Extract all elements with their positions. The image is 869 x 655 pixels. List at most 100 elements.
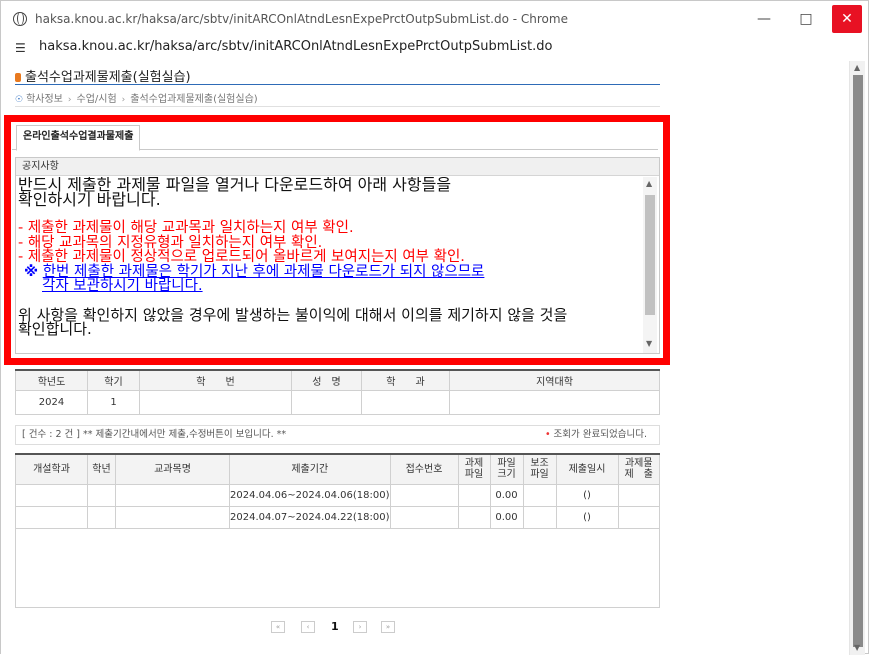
table-cell	[15, 505, 88, 529]
notice-check-item: - 해당 교과목의 지정유형과 일치하는지 여부 확인.	[18, 234, 323, 251]
page-scrollbar[interactable]: ▲ ▼	[849, 61, 865, 655]
next-page-icon[interactable]: ›	[353, 621, 367, 633]
breadcrumb-item[interactable]: 출석수업과제물제출(실험실습)	[130, 94, 257, 105]
table-row: 2024.04.07~2024.04.22(18:00) 0.00 ()	[15, 505, 661, 529]
notice-box: 공지사항 반드시 제출한 과제물 파일을 열거나 다운로드하여 아래 사항들을 …	[15, 157, 660, 354]
file-size: 0.00	[489, 483, 524, 507]
table-cell	[457, 505, 491, 529]
table-cell	[139, 389, 292, 415]
status-dot-icon: •	[544, 429, 551, 440]
table-cell	[617, 483, 661, 507]
page-title: 출석수업과제물제출(실험실습)	[15, 66, 191, 85]
table-cell	[115, 483, 230, 507]
scroll-down-icon[interactable]: ▼	[854, 643, 860, 652]
column-header: 학기	[87, 369, 140, 391]
breadcrumb-item[interactable]: 수업/시험	[77, 94, 117, 105]
student-info-table: 학년도 학기 학 번 성 명 학 과 지역대학 2024 1	[15, 369, 660, 415]
table-cell	[457, 483, 491, 507]
notice-warning: 각자 보관하시기 바랍니다.	[42, 278, 203, 294]
column-header: 제출일시	[555, 453, 619, 485]
table-row: 2024.04.06~2024.04.06(18:00) 0.00 ()	[15, 483, 661, 507]
maximize-button[interactable]: □	[791, 5, 821, 33]
table-cell	[15, 483, 88, 507]
count-bar: [ 건수 : 2 건 ] ** 제출기간내에서만 제출,수정버튼이 보입니다. …	[15, 425, 660, 445]
column-header: 과제 파일	[457, 453, 491, 485]
column-header: 접수번호	[389, 453, 459, 485]
page-viewport: 출석수업과제물제출(실험실습) ☉ 학사정보 › 수업/시험 › 출석수업과제물제출(실험…	[1, 61, 849, 655]
submission-period: 2024.04.06~2024.04.06(18:00)	[229, 483, 391, 507]
table-cell	[449, 389, 660, 415]
breadcrumb-divider	[15, 106, 660, 107]
table-cell	[389, 505, 459, 529]
minimize-button[interactable]: —	[749, 5, 779, 33]
title-bar: haksa.knou.ac.kr/haksa/arc/sbtv/initARCO…	[1, 1, 868, 37]
address-bar[interactable]: ☰ haksa.knou.ac.kr/haksa/arc/sbtv/initAR…	[1, 37, 868, 61]
url-text[interactable]: haksa.knou.ac.kr/haksa/arc/sbtv/initARCO…	[39, 39, 552, 54]
submit-datetime: ()	[555, 483, 619, 507]
table-cell	[361, 389, 450, 415]
tab-online-attendance[interactable]: 온라인출석수업결과물제출	[16, 125, 141, 151]
column-header: 파일 크기	[489, 453, 524, 485]
notice-line: 위 사항을 확인하지 않았을 경우에 발생하는 불이익에 대해서 이의를 제기하…	[18, 305, 568, 324]
table-cell: 1	[87, 389, 140, 415]
current-page[interactable]: 1	[331, 620, 339, 633]
column-header: 학년	[87, 453, 116, 485]
table-header-row: 개설학과 학년 교과목명 제출기간 접수번호 과제 파일 파일 크기 보조 파일…	[15, 453, 661, 485]
title-divider	[15, 84, 660, 85]
table-cell	[522, 483, 557, 507]
table-empty-area	[15, 528, 660, 608]
breadcrumb-item[interactable]: 학사정보	[26, 94, 63, 105]
notice-scrollbar[interactable]: ▲ ▼	[643, 177, 657, 353]
table-cell	[115, 505, 230, 529]
column-header: 제출기간	[229, 453, 391, 485]
table-row: 2024 1	[15, 389, 660, 415]
notice-header: 공지사항	[16, 158, 659, 176]
column-header: 지역대학	[449, 369, 660, 391]
submission-period: 2024.04.07~2024.04.22(18:00)	[229, 505, 391, 529]
column-header: 개설학과	[15, 453, 88, 485]
breadcrumb-separator-icon: ›	[121, 95, 126, 105]
scroll-thumb[interactable]	[853, 75, 863, 647]
table-cell: 2024	[15, 389, 88, 415]
table-cell	[87, 483, 116, 507]
notice-line: 확인합니다.	[18, 320, 92, 338]
breadcrumb-separator-icon: ›	[67, 95, 72, 105]
status-message: 조회가 완료되었습니다.	[553, 429, 647, 440]
submit-datetime: ()	[555, 505, 619, 529]
site-settings-icon[interactable]: ☰	[15, 41, 29, 55]
last-page-icon[interactable]: »	[381, 621, 395, 633]
scroll-down-icon[interactable]: ▼	[646, 339, 652, 348]
notice-check-item: - 제출한 과제물이 해당 교과목과 일치하는지 여부 확인.	[18, 220, 354, 236]
table-cell	[617, 505, 661, 529]
table-cell	[87, 505, 116, 529]
home-icon: ☉	[15, 95, 24, 105]
submission-table: 개설학과 학년 교과목명 제출기간 접수번호 과제 파일 파일 크기 보조 파일…	[15, 453, 661, 529]
column-header: 교과목명	[115, 453, 230, 485]
column-header: 학년도	[15, 369, 88, 391]
file-size: 0.00	[489, 505, 524, 529]
breadcrumb: ☉ 학사정보 › 수업/시험 › 출석수업과제물제출(실험실습)	[15, 90, 258, 105]
column-header: 성 명	[291, 369, 362, 391]
column-header: 과제물 제 출	[617, 453, 661, 485]
table-header-row: 학년도 학기 학 번 성 명 학 과 지역대학	[15, 369, 660, 391]
notice-line: 확인하시기 바랍니다.	[18, 190, 161, 209]
prev-page-icon[interactable]: ‹	[301, 621, 315, 633]
notice-mark: ※	[24, 263, 39, 280]
notice-check-item: - 제출한 과제물이 정상적으로 업로드되어 올바르게 보여지는지 여부 확인.	[18, 249, 465, 265]
scroll-thumb[interactable]	[645, 195, 655, 315]
tab-bar: 온라인출석수업결과물제출	[12, 124, 658, 151]
table-cell	[389, 483, 459, 507]
scroll-up-icon[interactable]: ▲	[646, 179, 652, 188]
notice-text: 반드시 제출한 과제물 파일을 열거나 다운로드하여 아래 사항들을 확인하시기…	[18, 177, 642, 353]
close-button[interactable]: ✕	[832, 5, 862, 33]
browser-window: haksa.knou.ac.kr/haksa/arc/sbtv/initARCO…	[0, 0, 869, 655]
table-cell	[291, 389, 362, 415]
first-page-icon[interactable]: «	[271, 621, 285, 633]
bullet-icon	[15, 73, 21, 82]
column-header: 학 과	[361, 369, 450, 391]
globe-icon	[13, 12, 27, 26]
column-header: 학 번	[139, 369, 292, 391]
scroll-up-icon[interactable]: ▲	[854, 63, 860, 72]
table-cell	[522, 505, 557, 529]
column-header: 보조 파일	[522, 453, 557, 485]
